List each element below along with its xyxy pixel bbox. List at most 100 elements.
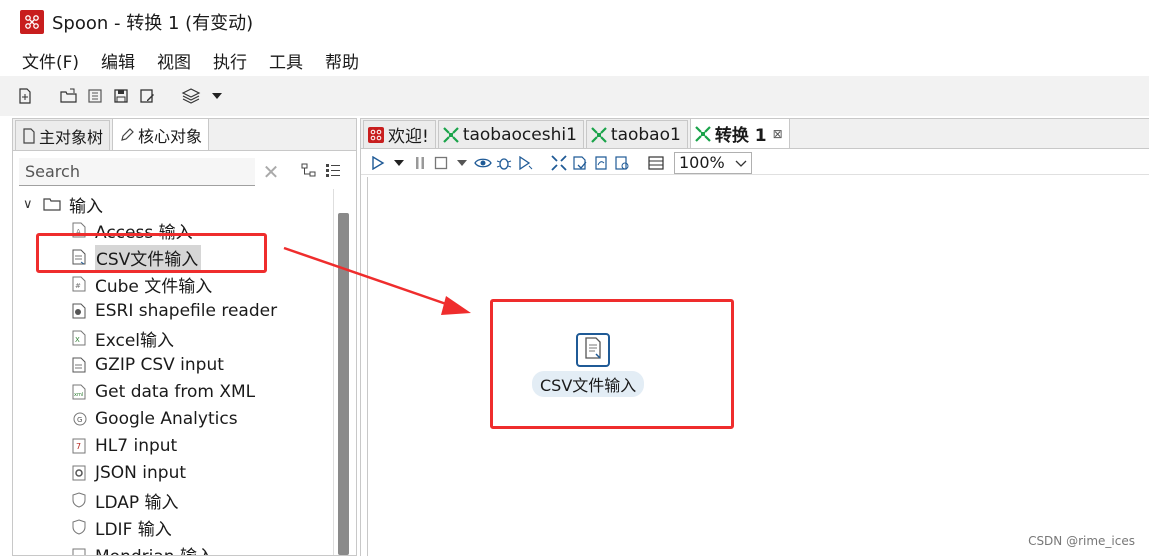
main-toolbar bbox=[0, 76, 1149, 116]
chevron-down-icon[interactable] bbox=[453, 154, 471, 172]
left-tab-bar: 主对象树 核心对象 bbox=[13, 118, 356, 151]
tree-item-gzip-csv-input[interactable]: GZIP CSV input bbox=[71, 352, 224, 378]
tree-item-cube-input[interactable]: # Cube 文件输入 bbox=[71, 271, 212, 297]
zoom-value: 100% bbox=[679, 153, 725, 172]
tab-transformation-1[interactable]: 转换 1 ⊠ bbox=[689, 118, 790, 148]
transformation-icon bbox=[695, 125, 711, 142]
pencil-icon bbox=[119, 127, 135, 143]
preview-eye-icon[interactable] bbox=[474, 154, 492, 172]
save-as-icon[interactable] bbox=[136, 85, 158, 107]
transformation-canvas[interactable] bbox=[367, 177, 1149, 556]
folder-label: 输入 bbox=[69, 196, 103, 217]
menu-bar: 文件(F) 编辑 视图 执行 工具 帮助 bbox=[0, 44, 1149, 76]
save-icon[interactable] bbox=[110, 85, 132, 107]
verify-icon[interactable] bbox=[550, 154, 568, 172]
tree-item-excel-input[interactable]: X Excel输入 bbox=[71, 325, 174, 351]
right-panel: 欢迎! taobaoceshi1 taobao1 转换 1 ⊠ 100% bbox=[360, 118, 1149, 556]
highlight-box-canvas-step bbox=[490, 299, 734, 429]
tab-welcome[interactable]: 欢迎! bbox=[363, 120, 436, 148]
tree-tools bbox=[301, 162, 341, 182]
explore-db-icon[interactable] bbox=[613, 154, 631, 172]
svg-text:xml: xml bbox=[74, 392, 83, 398]
tree-item-esri-shapefile[interactable]: ESRI shapefile reader bbox=[71, 298, 277, 324]
tab-core-objects[interactable]: 核心对象 bbox=[112, 118, 210, 150]
ldap-shield-icon bbox=[71, 491, 87, 509]
tree-item-ldap-input[interactable]: LDAP 输入 bbox=[71, 487, 179, 513]
new-file-icon[interactable] bbox=[14, 85, 36, 107]
menu-edit[interactable]: 编辑 bbox=[101, 48, 135, 73]
cube-file-icon: # bbox=[71, 275, 87, 293]
chevron-down-icon[interactable]: ∨ bbox=[23, 197, 43, 212]
tree-item-mondrian-input[interactable]: Mondrian 输入 bbox=[71, 541, 214, 555]
tab-taobao1[interactable]: taobao1 bbox=[585, 120, 688, 148]
svg-text:7: 7 bbox=[76, 442, 81, 451]
tab-main-object-tree[interactable]: 主对象树 bbox=[15, 120, 111, 150]
layers-icon[interactable] bbox=[180, 85, 202, 107]
spoon-logo-icon bbox=[20, 10, 44, 34]
stop-icon[interactable] bbox=[432, 154, 450, 172]
window-title: Spoon - 转换 1 (有变动) bbox=[52, 13, 254, 34]
tree-item-get-data-from-xml[interactable]: xml Get data from XML bbox=[71, 379, 255, 405]
watermark: CSDN @rime_ices bbox=[1028, 534, 1135, 548]
chevron-down-icon[interactable] bbox=[206, 85, 228, 107]
menu-view[interactable]: 视图 bbox=[157, 48, 191, 73]
collapse-tree-icon[interactable] bbox=[325, 162, 341, 182]
show-results-icon[interactable] bbox=[647, 154, 665, 172]
tree-item-json-input[interactable]: JSON input bbox=[71, 460, 186, 486]
tab-label: 主对象树 bbox=[39, 127, 104, 147]
tree-folder-input[interactable]: ∨ 输入 bbox=[23, 191, 103, 217]
close-icon[interactable]: ✕ bbox=[261, 160, 281, 184]
google-analytics-icon: G bbox=[71, 410, 87, 428]
scrollbar-thumb[interactable] bbox=[338, 213, 349, 555]
open-file-icon[interactable] bbox=[58, 85, 80, 107]
spoon-logo-icon bbox=[368, 126, 384, 143]
menu-run[interactable]: 执行 bbox=[213, 48, 247, 73]
left-panel: 主对象树 核心对象 ✕ ∨ 输入 A Access 输入 CSV文件输入 # bbox=[12, 118, 357, 556]
tab-label: taobaoceshi1 bbox=[462, 124, 577, 145]
debug-bug-icon[interactable] bbox=[495, 154, 513, 172]
expand-tree-icon[interactable] bbox=[301, 162, 317, 182]
tab-label: taobao1 bbox=[610, 124, 681, 145]
zoom-select[interactable]: 100% bbox=[674, 151, 752, 174]
tab-label: 欢迎! bbox=[388, 127, 429, 147]
tree-item-google-analytics[interactable]: G Google Analytics bbox=[71, 406, 238, 432]
title-bar: Spoon - 转换 1 (有变动) bbox=[0, 0, 1149, 44]
transformation-icon bbox=[443, 126, 459, 143]
menu-file[interactable]: 文件(F) bbox=[22, 48, 79, 73]
replay-icon[interactable] bbox=[516, 154, 534, 172]
menu-tools[interactable]: 工具 bbox=[269, 48, 303, 73]
search-input[interactable] bbox=[19, 158, 255, 186]
ldif-shield-icon bbox=[71, 518, 87, 536]
svg-text:X: X bbox=[75, 336, 80, 344]
svg-text:G: G bbox=[77, 416, 82, 424]
close-icon[interactable]: ⊠ bbox=[773, 127, 783, 141]
xml-file-icon: xml bbox=[71, 383, 87, 401]
tab-taobaoceshi1[interactable]: taobaoceshi1 bbox=[437, 120, 584, 148]
chevron-down-icon bbox=[735, 153, 747, 172]
editor-tab-bar: 欢迎! taobaoceshi1 taobao1 转换 1 ⊠ bbox=[361, 118, 1149, 149]
analyze-impact-icon[interactable] bbox=[571, 154, 589, 172]
sql-icon[interactable] bbox=[592, 154, 610, 172]
shapefile-icon bbox=[71, 302, 87, 320]
pause-icon[interactable] bbox=[411, 154, 429, 172]
document-tree-icon bbox=[22, 127, 36, 144]
tree-item-ldif-input[interactable]: LDIF 输入 bbox=[71, 514, 172, 540]
tab-label: 转换 1 bbox=[714, 126, 767, 146]
hl7-icon: 7 bbox=[71, 437, 87, 455]
transformation-icon bbox=[591, 126, 607, 143]
chevron-down-icon[interactable] bbox=[390, 154, 408, 172]
canvas-toolbar: 100% bbox=[361, 151, 1149, 175]
gzip-file-icon bbox=[71, 356, 87, 374]
search-row: ✕ bbox=[19, 157, 349, 187]
tree-item-hl7-input[interactable]: 7 HL7 input bbox=[71, 433, 177, 459]
run-icon[interactable] bbox=[369, 154, 387, 172]
tree-scrollbar[interactable] bbox=[333, 189, 353, 555]
excel-file-icon: X bbox=[71, 329, 87, 347]
menu-help[interactable]: 帮助 bbox=[325, 48, 359, 73]
svg-text:#: # bbox=[75, 282, 81, 290]
tab-label: 核心对象 bbox=[138, 126, 203, 146]
explore-repository-icon[interactable] bbox=[84, 85, 106, 107]
folder-icon bbox=[43, 197, 61, 211]
highlight-box-tree-item bbox=[36, 233, 267, 273]
mondrian-icon bbox=[71, 545, 87, 555]
